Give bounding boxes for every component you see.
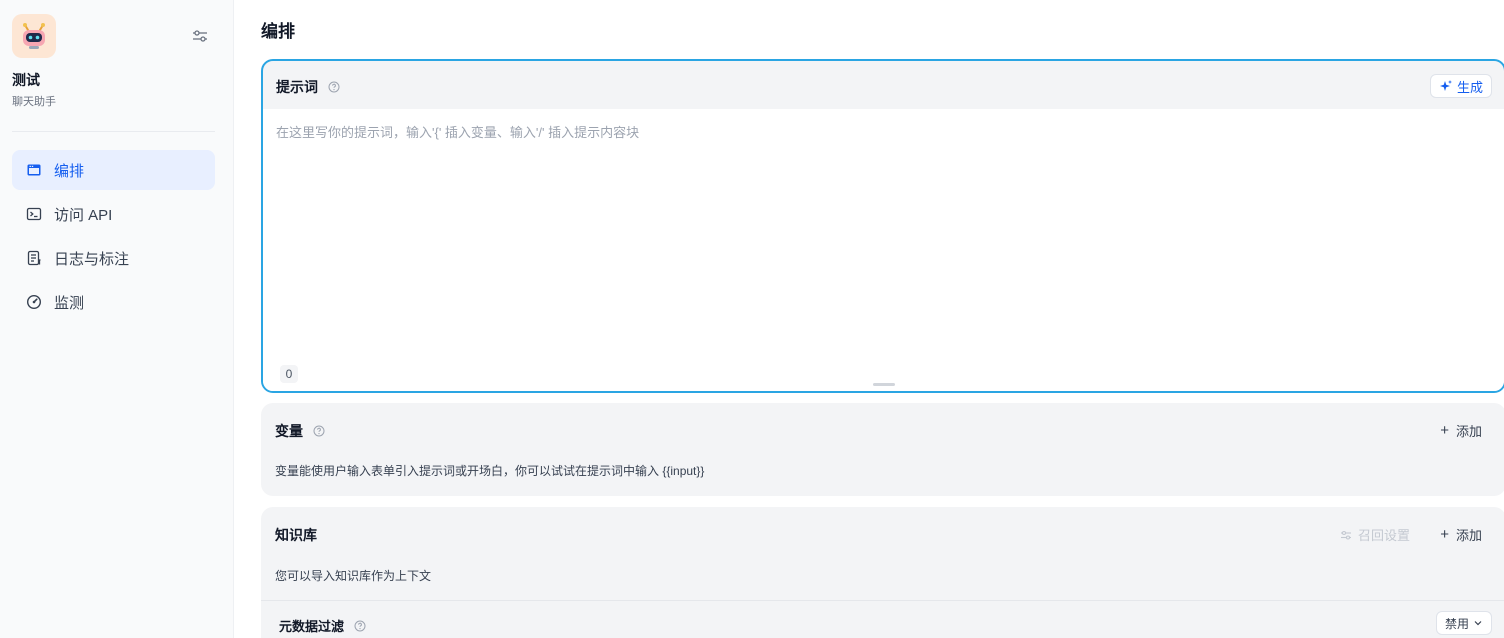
variables-description: 变量能使用户输入表单引入提示词或开场白，你可以试试在提示词中输入 {{input… bbox=[275, 464, 705, 478]
prompt-body: 0 bbox=[263, 109, 1504, 391]
prompt-section: 提示词 生成 0 bbox=[261, 59, 1504, 393]
sparkle-icon bbox=[1439, 80, 1452, 91]
recall-settings-button[interactable]: 召回设置 bbox=[1340, 525, 1410, 544]
plus-icon: + bbox=[1440, 422, 1449, 439]
layout-icon bbox=[26, 162, 42, 178]
sidebar-item-label: 监测 bbox=[54, 294, 85, 312]
app-type: 聊天助手 bbox=[12, 96, 56, 108]
app-header: 测试 聊天助手 bbox=[0, 0, 233, 132]
metadata-filter-label: 元数据过滤 bbox=[279, 616, 366, 635]
help-icon[interactable] bbox=[354, 620, 366, 632]
chevron-down-icon bbox=[1474, 621, 1482, 626]
page-title: 编排 bbox=[261, 22, 295, 41]
sidebar-item-orchestrate[interactable]: 编排 bbox=[12, 150, 215, 190]
robot-icon bbox=[23, 23, 45, 49]
sidebar-item-label: 编排 bbox=[54, 162, 85, 180]
sidebar-item-label: 日志与标注 bbox=[54, 250, 130, 268]
help-icon[interactable] bbox=[328, 81, 340, 93]
metadata-filter-select[interactable]: 禁用 bbox=[1435, 611, 1492, 635]
sidebar-nav: 编排 访问 API 日志与标注 监测 bbox=[12, 150, 215, 326]
knowledge-description: 您可以导入知识库作为上下文 bbox=[275, 569, 432, 583]
metadata-filter-value: 禁用 bbox=[1444, 616, 1469, 631]
add-knowledge-button[interactable]: + 添加 bbox=[1440, 525, 1482, 544]
generate-label: 生成 bbox=[1456, 79, 1483, 95]
prompt-label: 提示词 bbox=[276, 77, 340, 97]
app-name: 测试 bbox=[12, 72, 40, 88]
prompt-editor[interactable] bbox=[276, 122, 1476, 352]
knowledge-section: 知识库 召回设置 + 添加 您可以导入知识库作为上下文 元数据过滤 禁用 bbox=[261, 507, 1504, 638]
sidebar: 测试 聊天助手 编排 访问 API 日志与标注 监测 bbox=[0, 0, 234, 638]
variables-section: 变量 + 添加 变量能使用户输入表单引入提示词或开场白，你可以试试在提示词中输入… bbox=[261, 403, 1504, 496]
terminal-icon bbox=[26, 206, 42, 222]
divider bbox=[261, 600, 1504, 601]
sidebar-item-label: 访问 API bbox=[54, 206, 113, 224]
app-avatar[interactable] bbox=[12, 14, 56, 58]
add-variable-button[interactable]: + 添加 bbox=[1440, 421, 1482, 440]
sidebar-item-monitor[interactable]: 监测 bbox=[12, 282, 215, 322]
help-icon[interactable] bbox=[313, 425, 325, 437]
prompt-label-text: 提示词 bbox=[276, 79, 318, 95]
settings-sliders-icon[interactable] bbox=[191, 27, 209, 45]
variables-label: 变量 bbox=[275, 421, 325, 441]
resize-handle[interactable] bbox=[873, 383, 895, 386]
recall-settings-label: 召回设置 bbox=[1357, 528, 1410, 543]
variables-label-text: 变量 bbox=[275, 423, 303, 439]
char-count: 0 bbox=[280, 365, 298, 383]
metadata-filter-label-text: 元数据过滤 bbox=[279, 619, 345, 634]
sidebar-item-api[interactable]: 访问 API bbox=[12, 194, 215, 234]
gauge-icon bbox=[26, 294, 42, 310]
main-content: 编排 提示词 生成 0 bbox=[234, 0, 1504, 638]
knowledge-label: 知识库 bbox=[275, 527, 317, 543]
prompt-header: 提示词 生成 bbox=[263, 61, 1504, 111]
add-variable-label: 添加 bbox=[1455, 424, 1482, 439]
generate-button[interactable]: 生成 bbox=[1429, 74, 1492, 98]
settings-sliders-icon bbox=[1340, 530, 1351, 540]
sidebar-divider bbox=[12, 131, 215, 132]
file-list-icon bbox=[26, 250, 42, 266]
sidebar-item-logs[interactable]: 日志与标注 bbox=[12, 238, 215, 278]
add-knowledge-label: 添加 bbox=[1455, 528, 1482, 543]
plus-icon: + bbox=[1440, 526, 1449, 543]
